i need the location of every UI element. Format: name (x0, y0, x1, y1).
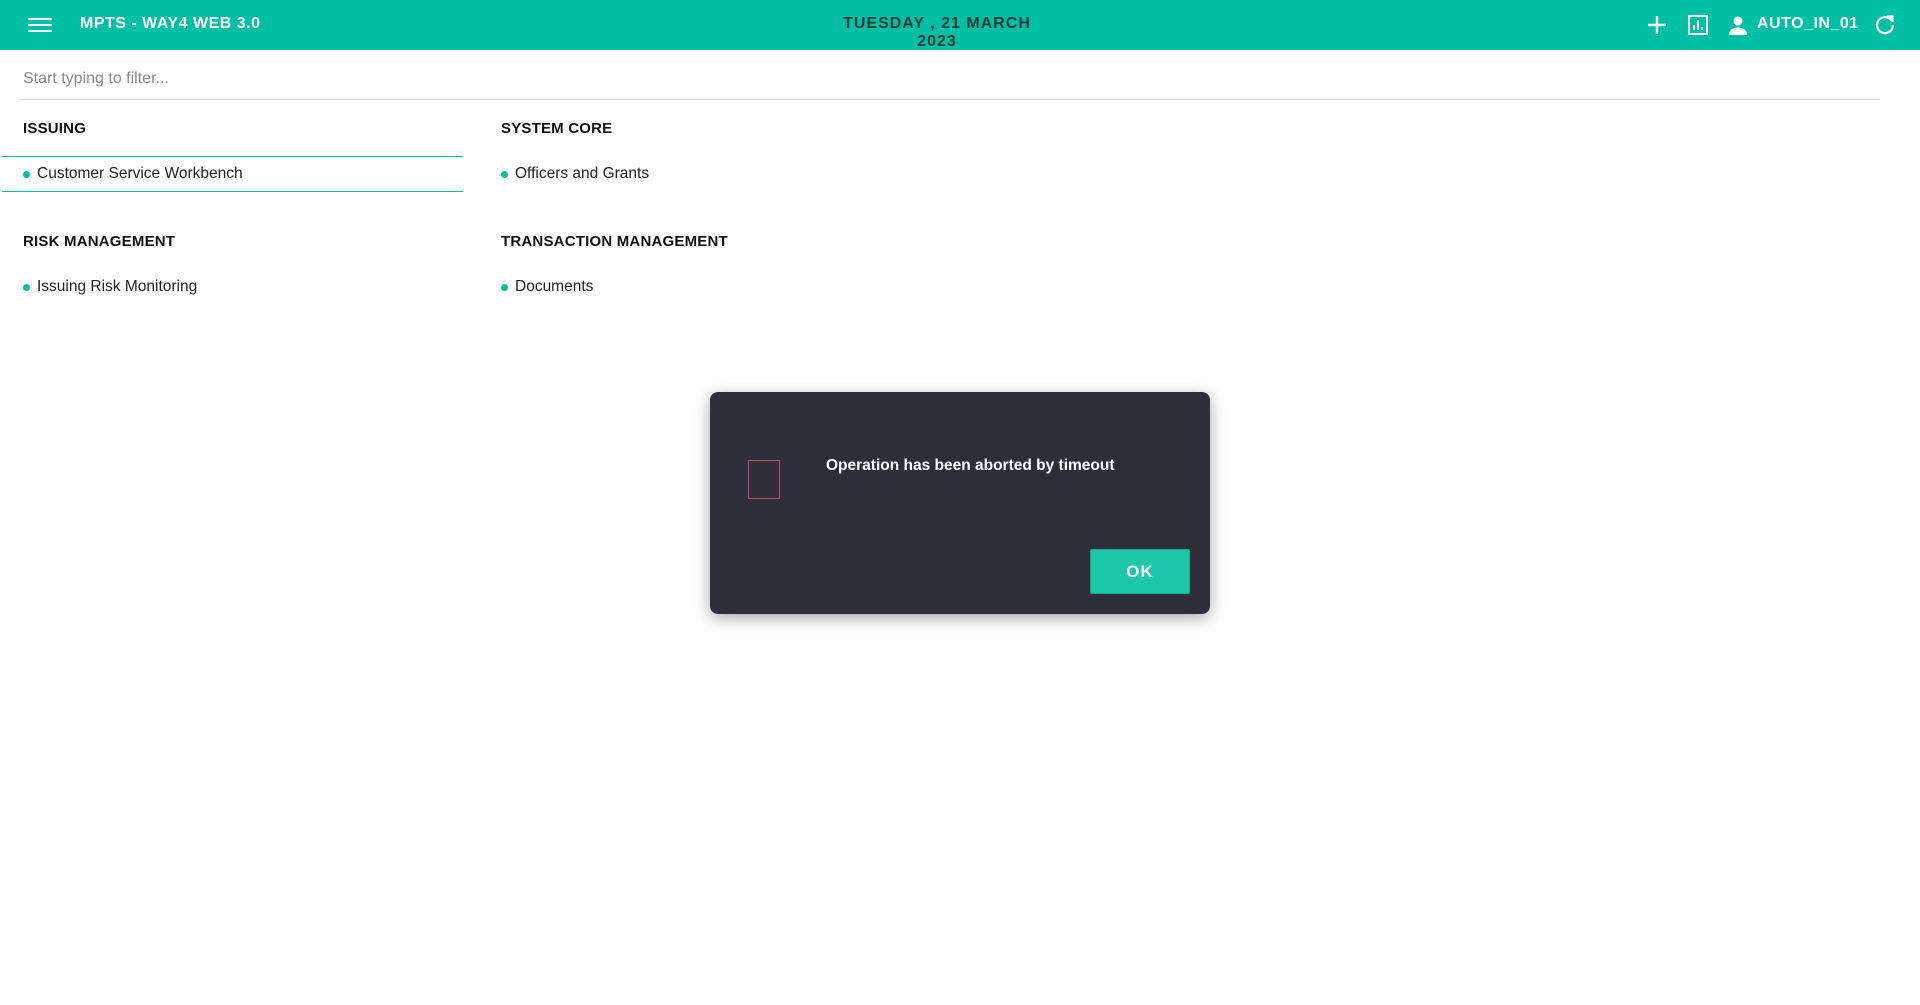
user-icon[interactable] (1726, 13, 1750, 37)
menu-item-label: Customer Service Workbench (37, 165, 243, 182)
menu-item-documents[interactable]: Documents (501, 269, 921, 305)
menu-item-customer-service-workbench[interactable]: Customer Service Workbench (2, 156, 463, 192)
app-title: MPTS - WAY4 WEB 3.0 (80, 15, 261, 32)
group-title-risk-management: RISK MANAGEMENT (23, 233, 176, 250)
timeout-dialog: Operation has been aborted by timeout OK (710, 392, 1210, 614)
user-name[interactable]: AUTO_IN_01 (1757, 15, 1859, 33)
current-date: TUESDAY , 21 MARCH 2023 (843, 15, 1031, 50)
group-title-system-core: SYSTEM CORE (501, 120, 613, 137)
plus-icon[interactable] (1645, 13, 1669, 37)
menu-icon[interactable] (28, 14, 52, 36)
menu-item-label: Issuing Risk Monitoring (37, 278, 198, 295)
top-bar: MPTS - WAY4 WEB 3.0 TUESDAY , 21 MARCH 2… (0, 0, 1920, 50)
menu-item-label: Officers and Grants (515, 165, 650, 182)
menu-item-officers-and-grants[interactable]: Officers and Grants (501, 156, 921, 192)
refresh-icon[interactable] (1873, 13, 1897, 37)
bullet-icon (23, 170, 30, 178)
error-icon (748, 460, 780, 499)
menu-item-issuing-risk-monitoring[interactable]: Issuing Risk Monitoring (23, 269, 443, 305)
filter-input[interactable] (20, 58, 1880, 100)
group-title-transaction-management: TRANSACTION MANAGEMENT (501, 233, 728, 250)
report-icon[interactable] (1686, 13, 1710, 37)
bullet-icon (23, 283, 30, 291)
ok-button[interactable]: OK (1090, 549, 1190, 594)
group-title-issuing: ISSUING (23, 120, 87, 137)
bullet-icon (501, 283, 508, 291)
menu-item-label: Documents (515, 278, 594, 295)
dialog-message: Operation has been aborted by timeout (826, 457, 1115, 474)
bullet-icon (501, 170, 508, 178)
